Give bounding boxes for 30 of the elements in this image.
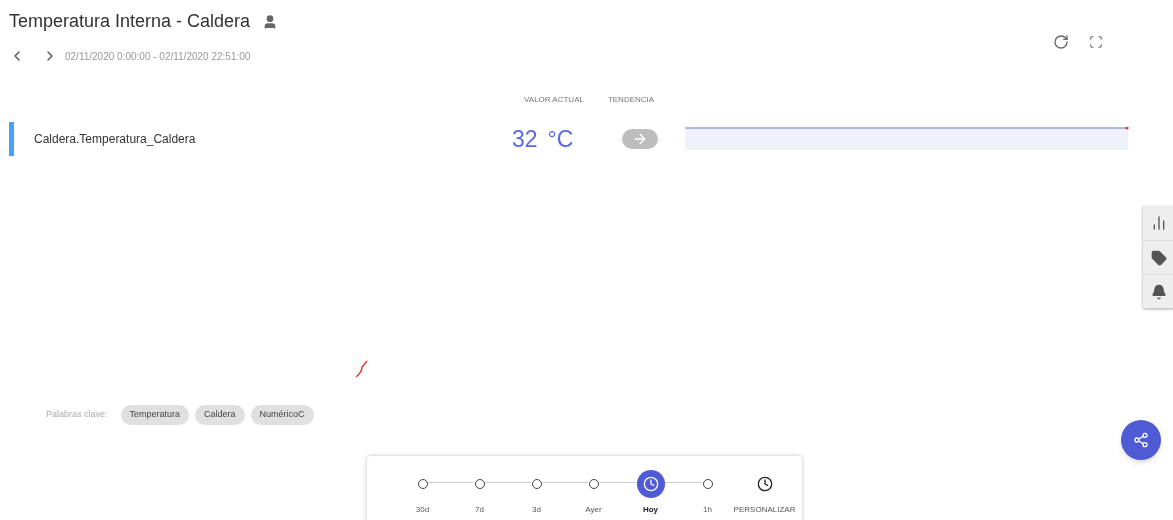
current-value: 32 — [512, 124, 538, 154]
column-header: VALOR ACTUAL — [523, 94, 585, 106]
keywords-label: Palabras clave: — [46, 408, 108, 421]
stray-mark-drawing — [354, 359, 370, 379]
timeline-label: 30d — [415, 504, 430, 516]
timeline-label: 3d — [532, 504, 541, 516]
refresh-icon — [1053, 34, 1069, 50]
keyword-chip: NuméricoC — [250, 405, 314, 425]
fullscreen-button[interactable] — [1089, 35, 1103, 49]
clock-icon — [756, 476, 773, 492]
timeline-label: 7d — [475, 504, 484, 516]
timeline-label: Hoy — [642, 504, 659, 516]
share-icon — [1133, 432, 1149, 448]
timeline-label: 1h — [703, 504, 712, 516]
clock-icon — [642, 476, 659, 492]
bar-chart-icon — [1151, 215, 1167, 231]
tag-icon — [1151, 249, 1167, 266]
refresh-button[interactable] — [1053, 34, 1069, 50]
column-header: TENDENCIA — [606, 94, 656, 106]
value-unit: °C — [547, 124, 574, 154]
timeline-label: PERSONALIZAR — [733, 504, 796, 516]
share-button[interactable] — [1121, 420, 1161, 460]
bell-icon — [1151, 283, 1167, 300]
keyword-chip: Caldera — [195, 405, 245, 425]
date-range: 02/11/2020 0:00:00 - 02/11/2020 22:51:00 — [65, 49, 251, 64]
signal-name: Caldera.Temperatura_Caldera — [34, 131, 197, 148]
timeline-label: Ayer — [585, 504, 602, 516]
fullscreen-icon — [1089, 35, 1103, 49]
page-title: Temperatura Interna - Caldera — [9, 10, 251, 33]
keyword-chip: Temperatura — [120, 405, 190, 425]
